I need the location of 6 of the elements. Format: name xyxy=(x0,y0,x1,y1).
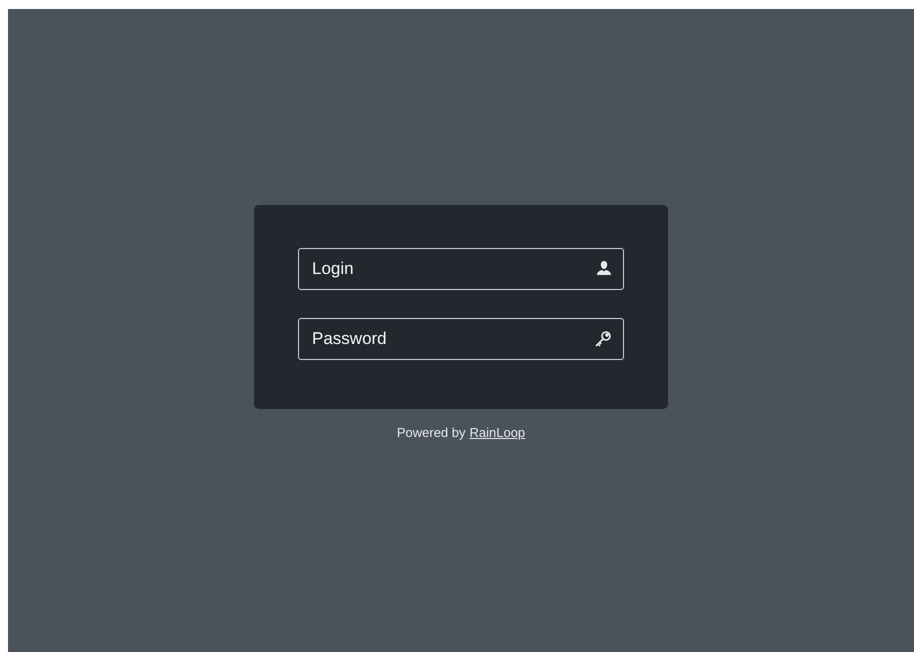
footer-link[interactable]: RainLoop xyxy=(470,423,526,442)
key-icon xyxy=(594,330,612,348)
person-icon xyxy=(596,260,612,276)
input-field[interactable]: Login xyxy=(298,248,624,290)
input-field[interactable]: Password xyxy=(298,318,624,360)
footer-text: Powered by xyxy=(396,424,466,442)
